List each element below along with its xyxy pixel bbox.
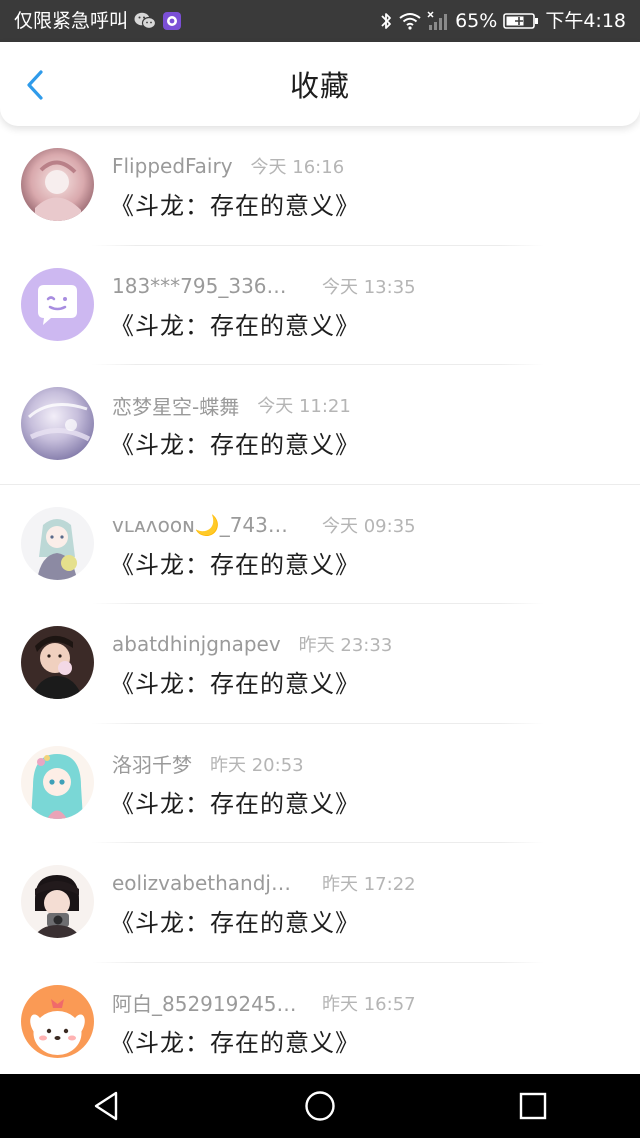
list-item[interactable]: ᴠʟᴀᴧᴏᴏɴ🌙_7432... 今天 09:35 《斗龙：存在的意义》 xyxy=(0,485,640,604)
list-item[interactable]: FlippedFairy 今天 16:16 《斗龙：存在的意义》 xyxy=(0,126,640,246)
status-bar: 仅限紧急呼叫 65% 下午4:18 xyxy=(0,0,640,42)
carrier-text: 仅限紧急呼叫 xyxy=(14,9,129,32)
username: abatdhinjgnapev xyxy=(112,632,281,656)
username: FlippedFairy xyxy=(112,154,233,178)
wifi-icon xyxy=(399,12,421,30)
item-title: 《斗龙：存在的意义》 xyxy=(110,311,360,340)
app-notification-icon xyxy=(162,11,182,31)
nav-home-button[interactable] xyxy=(290,1076,350,1136)
wechat-icon xyxy=(134,12,157,30)
timestamp: 今天 11:21 xyxy=(257,396,351,417)
username: ᴠʟᴀᴧᴏᴏɴ🌙_7432... xyxy=(112,512,297,537)
item-title: 《斗龙：存在的意义》 xyxy=(110,670,360,698)
battery-percentage: 65% xyxy=(455,9,498,32)
page-header: 收藏 xyxy=(0,42,640,126)
timestamp: 昨天 23:33 xyxy=(298,635,393,656)
timestamp: 昨天 20:53 xyxy=(210,754,304,776)
list-item[interactable]: eolizvabethandjam... 昨天 17:22 《斗龙：存在的意义》 xyxy=(0,843,640,963)
list-item[interactable]: 恋梦星空-蝶舞 今天 11:21 《斗龙：存在的意义》 xyxy=(0,365,640,485)
avatar[interactable] xyxy=(21,387,94,460)
square-recents-icon xyxy=(520,1092,547,1120)
clock-text: 下午4:18 xyxy=(545,9,626,32)
list-item[interactable]: 阿白_8529192453... 昨天 16:57 《斗龙：存在的意义》 xyxy=(0,963,640,1075)
username: 阿白_8529192453... xyxy=(112,992,297,1016)
signal-icon xyxy=(427,11,449,31)
avatar[interactable] xyxy=(21,745,94,819)
item-title: 《斗龙：存在的意义》 xyxy=(110,909,360,937)
username: 洛羽千梦 xyxy=(112,753,192,777)
username: 183***795_33682... xyxy=(112,273,297,298)
bluetooth-icon xyxy=(379,11,393,31)
timestamp: 昨天 16:57 xyxy=(322,993,416,1015)
navigation-bar xyxy=(0,1074,640,1138)
nav-back-button[interactable] xyxy=(77,1076,137,1136)
timestamp: 今天 09:35 xyxy=(322,515,416,537)
avatar[interactable] xyxy=(21,984,94,1058)
item-title: 《斗龙：存在的意义》 xyxy=(110,1028,360,1057)
triangle-back-icon xyxy=(94,1091,117,1121)
nav-recents-button[interactable] xyxy=(503,1076,563,1136)
avatar[interactable] xyxy=(21,865,94,938)
username: eolizvabethandjam... xyxy=(112,871,297,895)
page-title: 收藏 xyxy=(289,69,350,103)
list-item[interactable]: 洛羽千梦 昨天 20:53 《斗龙：存在的意义》 xyxy=(0,724,640,843)
username: 恋梦星空-蝶舞 xyxy=(112,394,240,419)
battery-icon xyxy=(503,12,539,30)
circle-home-icon xyxy=(305,1091,335,1121)
list-item[interactable]: abatdhinjgnapev 昨天 23:33 《斗龙：存在的意义》 xyxy=(0,604,640,724)
avatar[interactable] xyxy=(21,148,94,221)
item-title: 《斗龙：存在的意义》 xyxy=(110,192,360,220)
timestamp: 昨天 17:22 xyxy=(322,874,416,895)
favorites-list: FlippedFairy 今天 16:16 《斗龙：存在的意义》 183***7… xyxy=(0,126,640,1074)
avatar[interactable] xyxy=(21,506,94,580)
item-title: 《斗龙：存在的意义》 xyxy=(110,789,360,818)
list-item[interactable]: 183***795_33682... 今天 13:35 《斗龙：存在的意义》 xyxy=(0,246,640,365)
timestamp: 今天 16:16 xyxy=(250,157,345,178)
item-title: 《斗龙：存在的意义》 xyxy=(110,431,360,459)
item-title: 《斗龙：存在的意义》 xyxy=(110,550,360,579)
timestamp: 今天 13:35 xyxy=(322,276,416,298)
avatar[interactable] xyxy=(21,626,94,699)
avatar[interactable] xyxy=(21,267,94,341)
